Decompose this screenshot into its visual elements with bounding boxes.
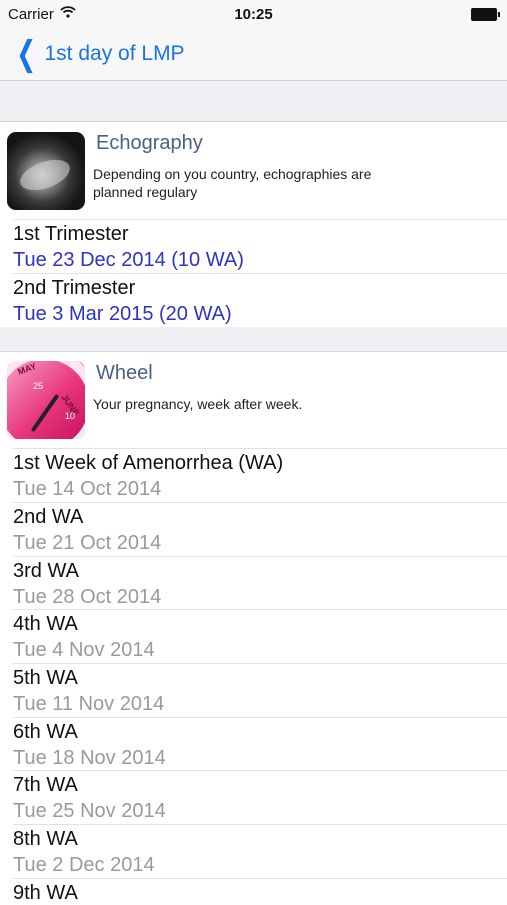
row-label: 7th WA [13,774,78,796]
list-item[interactable]: 9th WA [13,878,507,904]
status-bar: Carrier 10:25 [0,0,507,28]
row-date: Tue 11 Nov 2014 [13,693,165,715]
row-label: 3rd WA [13,560,79,582]
clock: 10:25 [234,6,273,23]
list-item[interactable]: 1st Trimester Tue 23 Dec 2014 (10 WA) [13,219,507,273]
row-label: 6th WA [13,721,78,743]
section-separator [0,81,507,122]
wheel-thumb-month1: MAY [16,361,37,377]
row-label: 2nd Trimester [13,277,136,299]
row-date: Tue 4 Nov 2014 [13,639,155,661]
row-label: 1st Week of Amenorrhea (WA) [13,452,284,474]
row-label: 1st Trimester [13,223,129,245]
wheel-thumb-number1: 25 [33,381,43,391]
row-date: Tue 21 Oct 2014 [13,532,162,554]
row-label: 2nd WA [13,506,84,528]
wheel-thumbnail: MAY JUNE 25 10 [7,361,85,439]
back-button-label: 1st day of LMP [44,42,185,65]
list-item[interactable]: 7th WA Tue 25 Nov 2014 [13,770,507,824]
row-label: 4th WA [13,613,78,635]
list-item[interactable]: 1st Week of Amenorrhea (WA) Tue 14 Oct 2… [13,448,507,502]
row-date: Tue 18 Nov 2014 [13,747,166,769]
battery-icon [471,8,500,21]
row-label: 9th WA [13,882,78,904]
row-date: Tue 2 Dec 2014 [13,854,155,876]
row-label: 5th WA [13,667,78,689]
wheel-description: Your pregnancy, week after week. [93,396,303,412]
echography-description: Depending on you country, echographies a… [93,166,372,200]
list-item[interactable]: 3rd WA Tue 28 Oct 2014 [13,556,507,610]
echography-section: Echography Depending on you country, ech… [0,122,507,326]
list-item[interactable]: 6th WA Tue 18 Nov 2014 [13,717,507,771]
chevron-left-icon: ❮ [16,35,37,73]
row-date: Tue 28 Oct 2014 [13,586,162,608]
list-item[interactable]: 5th WA Tue 11 Nov 2014 [13,663,507,717]
navigation-bar: ❮ 1st day of LMP [0,28,507,81]
list-item[interactable]: 2nd WA Tue 21 Oct 2014 [13,502,507,556]
section-separator [0,327,507,352]
row-date: Tue 14 Oct 2014 [13,478,162,500]
echography-title: Echography [96,132,203,154]
row-date: Tue 25 Nov 2014 [13,800,166,822]
row-date: Tue 23 Dec 2014 (10 WA) [13,249,244,271]
wheel-section: MAY JUNE 25 10 Wheel Your pregnancy, wee… [0,352,507,904]
list-item[interactable]: 4th WA Tue 4 Nov 2014 [13,609,507,663]
row-date: Tue 3 Mar 2015 (20 WA) [13,303,232,325]
wheel-thumb-number2: 10 [65,411,75,421]
echography-thumbnail [7,132,85,210]
back-button[interactable]: ❮ 1st day of LMP [12,35,185,73]
list-item[interactable]: 2nd Trimester Tue 3 Mar 2015 (20 WA) [13,273,507,327]
list-item[interactable]: 8th WA Tue 2 Dec 2014 [13,824,507,878]
row-label: 8th WA [13,828,78,850]
wheel-title: Wheel [96,362,153,384]
